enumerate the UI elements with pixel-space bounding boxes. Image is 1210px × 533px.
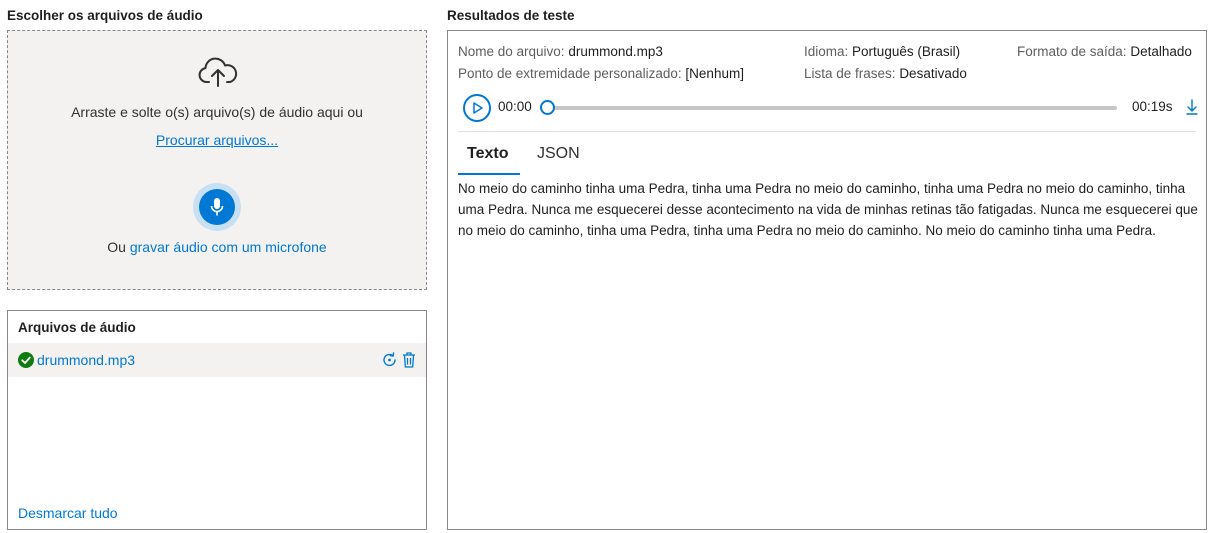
cloud-upload-icon: [198, 57, 238, 87]
current-time: 00:00: [498, 99, 532, 114]
record-audio-link[interactable]: gravar áudio com um microfone: [130, 239, 327, 255]
meta-phrase-list: Lista de frases: Desativado: [804, 66, 967, 81]
active-tab-indicator: [458, 173, 520, 175]
audio-files-panel: Arquivos de áudio drummond.mp3 Desmarcar…: [7, 310, 427, 530]
results-panel: Nome do arquivo: drummond.mp3 Idioma: Po…: [447, 30, 1207, 530]
transcript-text: No meio do caminho tinha uma Pedra, tinh…: [458, 181, 1198, 238]
meta-file: Nome do arquivo: drummond.mp3: [458, 44, 663, 59]
meta-endpoint-value: [Nenhum]: [685, 66, 744, 81]
audio-dropzone[interactable]: Arraste e solte o(s) arquivo(s) de áudio…: [7, 30, 427, 290]
meta-file-label: Nome do arquivo:: [458, 44, 565, 59]
meta-language-value: Português (Brasil): [852, 44, 961, 59]
tab-text[interactable]: Texto: [467, 145, 508, 163]
seek-thumb[interactable]: [540, 100, 555, 115]
dropzone-instructions: Arraste e solte o(s) arquivo(s) de áudio…: [71, 104, 363, 120]
play-button[interactable]: [463, 94, 491, 122]
deselect-all-link[interactable]: Desmarcar tudo: [18, 505, 118, 521]
meta-phrase-list-label: Lista de frases:: [804, 66, 896, 81]
meta-language-label: Idioma:: [804, 44, 849, 59]
meta-language: Idioma: Português (Brasil): [804, 44, 960, 59]
meta-format: Formato de saída: Detalhado: [1017, 44, 1192, 59]
check-circle-icon: [18, 352, 34, 368]
seek-track[interactable]: [547, 106, 1117, 110]
record-microphone-button[interactable]: [193, 183, 241, 231]
meta-endpoint: Ponto de extremidade personalizado: [Nen…: [458, 66, 744, 81]
tab-json[interactable]: JSON: [537, 145, 580, 163]
meta-endpoint-label: Ponto de extremidade personalizado:: [458, 66, 682, 81]
retry-icon[interactable]: [382, 351, 398, 369]
file-list-item[interactable]: drummond.mp3: [8, 343, 426, 377]
mic-caption-prefix: Ou: [107, 239, 130, 255]
file-name[interactable]: drummond.mp3: [37, 352, 135, 368]
play-icon: [473, 102, 483, 114]
microphone-icon: [210, 198, 224, 216]
mic-caption: Ou gravar áudio com um microfone: [8, 239, 426, 255]
download-icon[interactable]: [1185, 98, 1199, 116]
meta-phrase-list-value: Desativado: [899, 66, 967, 81]
results-section-title: Resultados de teste: [447, 8, 575, 23]
duration-time: 00:19s: [1132, 99, 1173, 114]
audio-files-title: Arquivos de áudio: [18, 320, 136, 335]
meta-file-value: drummond.mp3: [568, 44, 663, 59]
divider: [458, 131, 1196, 132]
meta-format-label: Formato de saída:: [1017, 44, 1127, 59]
meta-format-value: Detalhado: [1130, 44, 1192, 59]
browse-files-link[interactable]: Procurar arquivos...: [156, 132, 278, 148]
audio-player: 00:00 00:19s: [463, 94, 1198, 122]
upload-section-title: Escolher os arquivos de áudio: [7, 8, 203, 23]
trash-icon[interactable]: [401, 351, 417, 369]
